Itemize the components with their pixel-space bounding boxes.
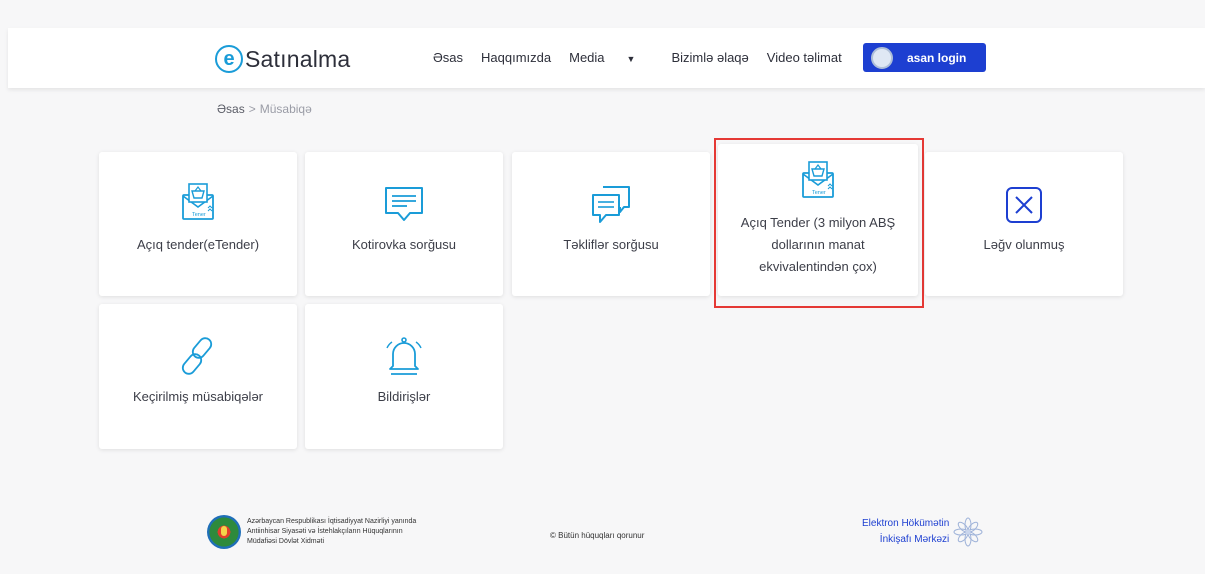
asan-emblem-icon: [871, 46, 893, 69]
egov-flower-icon: [953, 517, 983, 547]
tender-icon-text: Tener: [812, 190, 826, 196]
breadcrumb: Əsas > Müsabiqə: [217, 102, 312, 116]
breadcrumb-current: Müsabiqə: [259, 102, 312, 116]
tender-envelope-icon: Tener: [182, 183, 214, 220]
card-label: Bildirişlər: [377, 389, 431, 404]
nav-home[interactable]: Əsas: [433, 50, 463, 65]
card-quotation-request[interactable]: Kotirovka sorğusu: [305, 152, 503, 296]
site-logo[interactable]: e Satınalma: [215, 42, 350, 76]
card-label: Açıq tender(eTender): [136, 237, 260, 252]
card-completed-competitions[interactable]: Keçirilmiş müsabiqələr: [99, 304, 297, 449]
footer-agency-text: Azərbaycan Respublikası İqtisadiyyat Naz…: [247, 518, 417, 545]
card-label: Kotirovka sorğusu: [351, 237, 457, 252]
tender-envelope-icon: Tener: [802, 161, 834, 198]
card-notifications[interactable]: Bildirişlər: [305, 304, 503, 449]
nav-media[interactable]: Media ▼: [569, 50, 653, 65]
footer-agency[interactable]: Azərbaycan Respublikası İqtisadiyyat Naz…: [207, 515, 416, 549]
state-emblem-icon: [207, 515, 241, 549]
nav-media-label: Media: [569, 50, 605, 65]
nav-video-guide[interactable]: Video təlimat: [767, 50, 842, 65]
bell-icon: [386, 337, 422, 375]
logo-text: Satınalma: [245, 45, 351, 72]
tender-icon-text: Tener: [192, 212, 206, 218]
footer-copyright: © Bütün hüquqları qorunur: [550, 531, 645, 540]
card-open-tender-etender[interactable]: Tener Açıq tender(eTender): [99, 152, 297, 296]
card-label: Keçirilmiş müsabiqələr: [132, 389, 264, 404]
top-strip: [0, 0, 1205, 28]
link-icon: [181, 337, 213, 375]
card-label: Təkliflər sorğusu: [563, 237, 659, 252]
message-icon: [385, 187, 423, 221]
cancel-icon: [1006, 187, 1042, 223]
asan-login-button[interactable]: asan login: [863, 43, 986, 72]
footer-egov-text: Elektron Hökümətin İnkişafı Mərkəzi: [862, 518, 950, 545]
footer-egov-center[interactable]: Elektron Hökümətin İnkişafı Mərkəzi: [862, 516, 983, 548]
main-nav: Əsas Haqqımızda Media ▼ Bizimlə əlaqə Vid…: [433, 50, 860, 65]
card-proposals-request[interactable]: Təkliflər sorğusu: [512, 152, 710, 296]
card-label: Açıq Tender (3 milyon ABŞ dollarının man…: [740, 215, 896, 274]
site-header: e Satınalma Əsas Haqqımızda Media ▼ Bizim…: [8, 28, 1205, 88]
breadcrumb-separator: >: [248, 102, 256, 116]
card-cancelled[interactable]: Ləğv olunmuş: [925, 152, 1123, 296]
messages-icon: [592, 186, 630, 223]
chevron-down-icon: ▼: [626, 54, 636, 64]
card-open-tender-large[interactable]: Tener Açıq Tender (3 milyon ABŞ dolların…: [718, 144, 918, 296]
nav-contact[interactable]: Bizimlə əlaqə: [671, 50, 748, 65]
card-label: Ləğv olunmuş: [983, 237, 1065, 252]
nav-about[interactable]: Haqqımızda: [481, 50, 551, 65]
asan-login-label: asan login: [907, 50, 967, 65]
breadcrumb-home[interactable]: Əsas: [217, 102, 245, 116]
logo-e-icon: e: [215, 45, 243, 73]
